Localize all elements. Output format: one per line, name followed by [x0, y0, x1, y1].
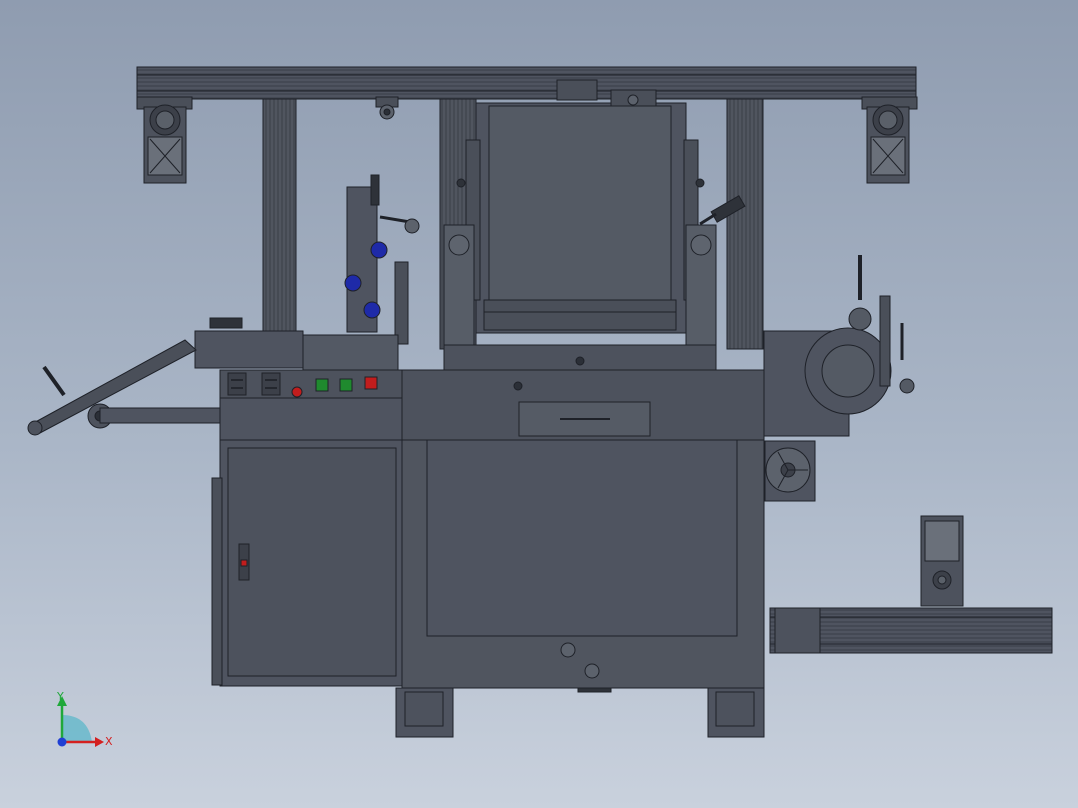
cabinet-legs — [395, 687, 765, 738]
main-cabinet — [401, 369, 765, 689]
top-clamp — [375, 96, 399, 120]
handwheel — [764, 440, 816, 502]
y-label: Y — [56, 690, 64, 703]
view-triad[interactable]: Y X — [56, 690, 113, 748]
x-label: X — [105, 735, 113, 748]
triad-origin-icon — [57, 737, 67, 747]
triad-z-plane — [62, 715, 92, 742]
bottom-right-extrusion — [769, 515, 1053, 654]
central-press — [443, 89, 717, 371]
cad-viewport[interactable]: Y X — [0, 0, 1078, 808]
top-gantry-beam — [136, 66, 917, 101]
machine-model[interactable] — [27, 66, 1053, 738]
right-top-roller-unit — [861, 96, 918, 184]
x-arrow-icon — [95, 737, 104, 747]
left-electrical-cabinet — [211, 439, 403, 687]
left-top-roller-unit — [136, 96, 193, 184]
right-rewind-assembly — [763, 255, 915, 437]
left-unwind-assembly — [344, 174, 420, 345]
